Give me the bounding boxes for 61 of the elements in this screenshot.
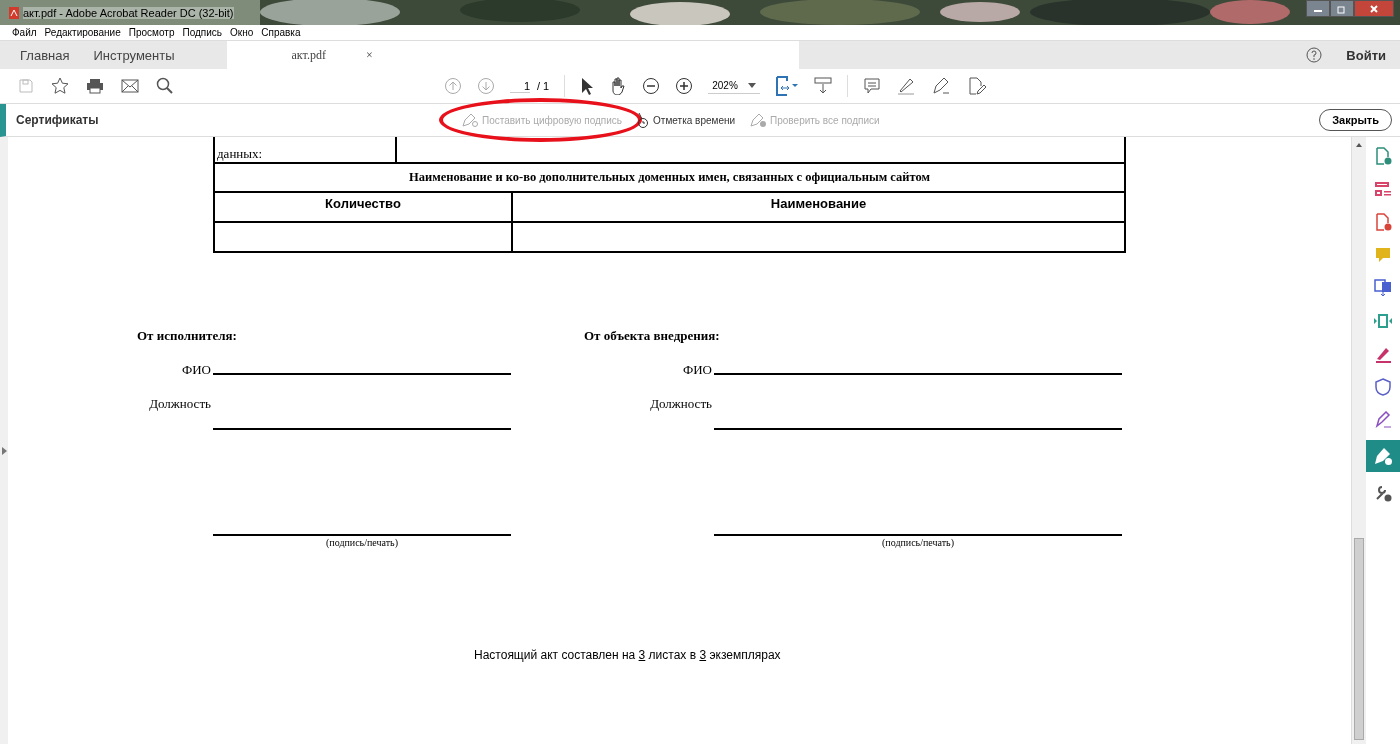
pen-icon[interactable] xyxy=(895,76,916,96)
close-tab-button[interactable]: × xyxy=(365,47,373,63)
hand-icon[interactable] xyxy=(609,77,628,95)
column-header: Количество xyxy=(325,196,401,211)
menu-item[interactable]: Файл xyxy=(12,27,37,38)
cursor-icon[interactable] xyxy=(580,77,595,95)
document-icon xyxy=(9,6,19,19)
page-count: / 1 xyxy=(537,80,550,92)
menu-item[interactable]: Подпись xyxy=(182,27,223,38)
caret-icon xyxy=(747,83,756,88)
caption: (подпись/печать) xyxy=(325,537,399,548)
field-label: ФИО xyxy=(180,362,212,378)
footer-text: Настоящий акт составлен на 3 листах в 3 экземплярах xyxy=(474,648,781,662)
zoom-dropdown[interactable]: 202% xyxy=(708,78,760,94)
clock-icon xyxy=(636,111,651,129)
zoom-out-icon[interactable] xyxy=(642,77,661,95)
comment-icon[interactable] xyxy=(862,77,881,95)
certificate-tool-icon[interactable] xyxy=(1366,440,1400,472)
scrollbar-thumb[interactable] xyxy=(1354,538,1364,740)
pen-icon xyxy=(749,112,768,128)
nav-tab[interactable]: Главная xyxy=(8,41,82,69)
print-icon[interactable] xyxy=(86,78,104,94)
field-label: ФИО xyxy=(681,362,713,378)
field-label: Должность xyxy=(148,396,212,412)
nav-tab[interactable]: Инструменты xyxy=(81,41,187,69)
restore-icon xyxy=(1337,3,1347,14)
minimize-icon xyxy=(1314,10,1322,12)
minimize-button[interactable] xyxy=(1306,0,1330,17)
search-icon[interactable] xyxy=(156,77,174,95)
close-button[interactable] xyxy=(1354,0,1394,17)
signature-pen-icon[interactable] xyxy=(930,76,951,96)
menu-item[interactable]: Справка xyxy=(261,27,301,38)
pen-icon xyxy=(461,112,479,128)
table-cell: данных: xyxy=(217,146,263,162)
fit-page-icon[interactable] xyxy=(774,76,799,96)
menu-item[interactable]: Просмотр xyxy=(128,27,175,38)
menu-item[interactable]: Редактирование xyxy=(44,27,121,38)
scrollbar[interactable] xyxy=(1351,137,1366,744)
help-icon[interactable] xyxy=(1306,47,1323,63)
restore-button[interactable] xyxy=(1330,0,1354,17)
mail-icon[interactable] xyxy=(121,79,139,93)
table-title: Наименование и ко-во дополнительных доменных имен, связанных с официальным сайтом xyxy=(409,170,930,185)
close-icon xyxy=(1369,3,1379,14)
field-label: Должность xyxy=(649,396,713,412)
scroll-up-icon[interactable] xyxy=(1356,143,1362,147)
expand-icon[interactable] xyxy=(1,446,7,455)
panel-action-button[interactable]: Отметка времени xyxy=(636,111,736,129)
scroll-mode-icon[interactable] xyxy=(813,77,832,95)
party-heading: От объекта внедрения: xyxy=(584,328,720,344)
column-header: Наименование xyxy=(770,196,867,211)
menu-item[interactable]: Окно xyxy=(230,27,254,38)
sign-in-link[interactable]: Войти xyxy=(1346,47,1386,63)
star-icon[interactable] xyxy=(51,77,69,95)
zoom-in-icon[interactable] xyxy=(675,77,694,95)
close-button[interactable]: Закрыть xyxy=(1319,109,1392,131)
caption: (подпись/печать) xyxy=(881,537,955,548)
window-title: акт.pdf - Adobe Acrobat Reader DC (32-bit) xyxy=(23,6,234,19)
party-heading: От исполнителя: xyxy=(137,328,237,344)
document-tab[interactable]: акт.pdf × xyxy=(226,41,799,69)
page-number-field[interactable]: 1 xyxy=(510,79,530,93)
panel-title: Сертификаты xyxy=(16,113,100,127)
